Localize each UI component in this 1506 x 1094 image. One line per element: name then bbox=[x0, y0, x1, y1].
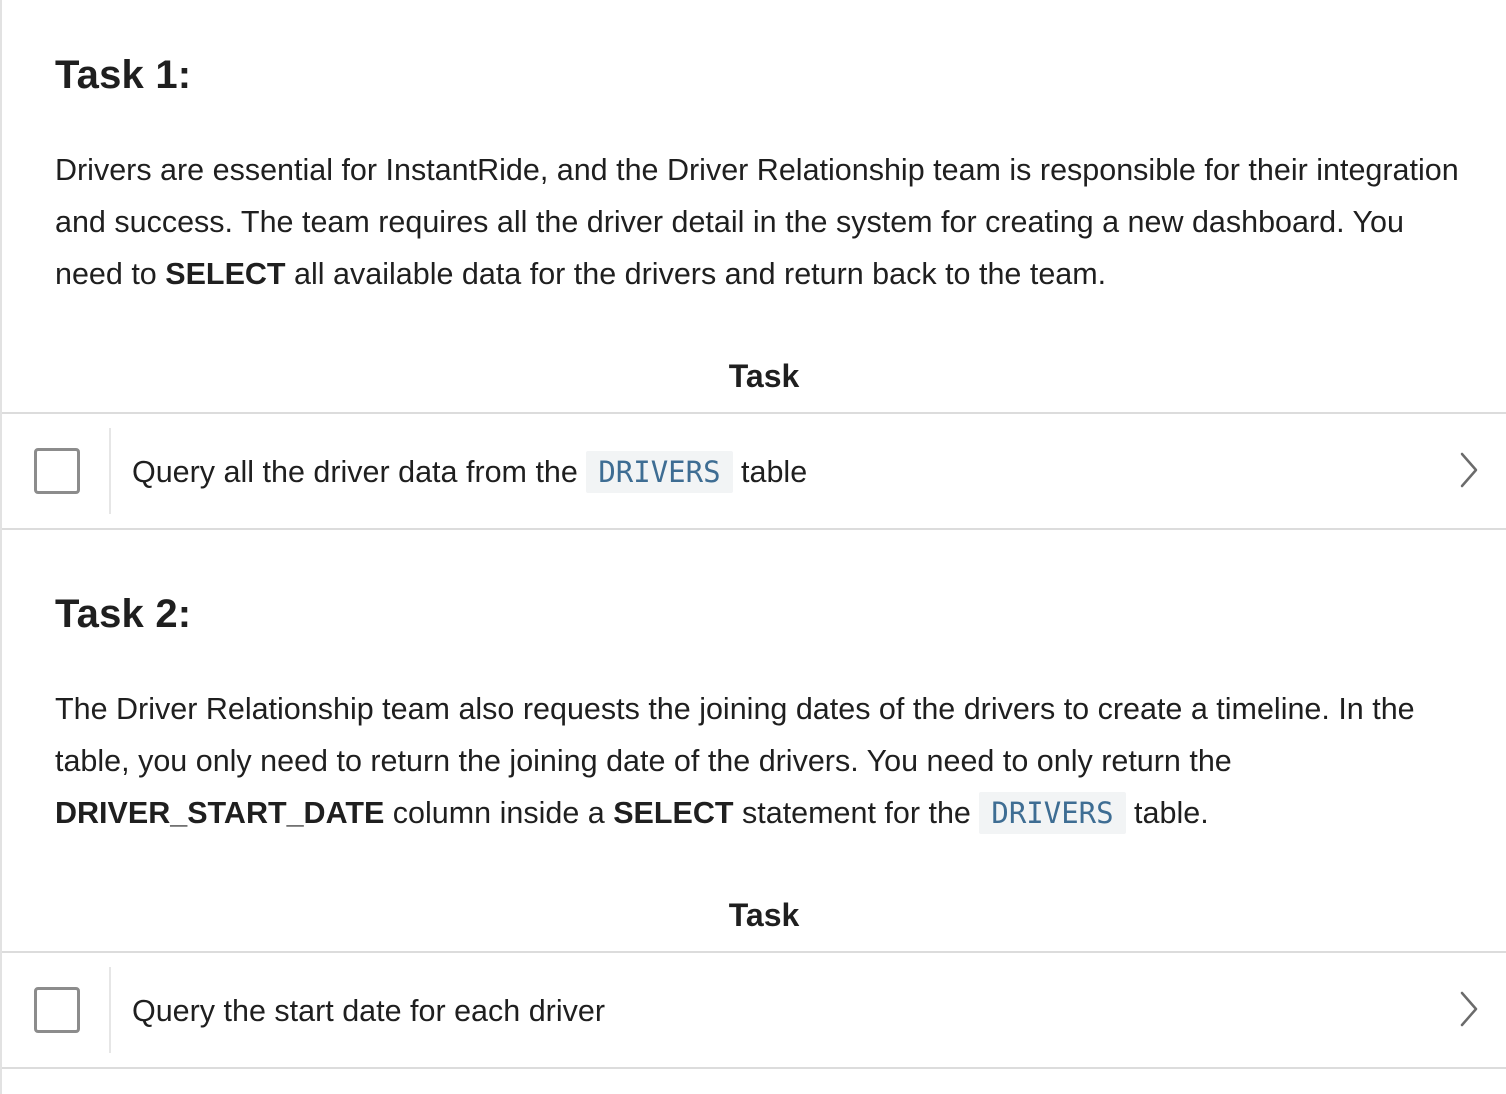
task-1-description: Drivers are essential for InstantRide, a… bbox=[55, 144, 1475, 300]
checkbox-icon[interactable] bbox=[34, 448, 80, 494]
task-1-item-text: Query all the driver data from the bbox=[132, 455, 587, 489]
task-2-desc-text: column inside a bbox=[384, 796, 614, 830]
task-2-heading: Task 2: bbox=[55, 592, 192, 636]
task-1-heading: Task 1: bbox=[55, 53, 192, 97]
task-1-checkbox-cell bbox=[2, 428, 111, 514]
task-1-column-header: Task bbox=[728, 358, 800, 394]
task-1-item-text: table bbox=[732, 455, 808, 489]
task-2-column-header: Task bbox=[728, 897, 800, 933]
task-2-description: The Driver Relationship team also reques… bbox=[55, 683, 1475, 839]
checkbox-icon[interactable] bbox=[34, 987, 80, 1033]
task-2-item-label: Query the start date for each driver bbox=[132, 994, 605, 1028]
task-2-desc-keyword: SELECT bbox=[613, 796, 734, 830]
task-2-desc-text: statement for the bbox=[733, 796, 980, 830]
task-2-desc-keyword: DRIVER_START_DATE bbox=[55, 796, 385, 830]
drivers-table-code: DRIVERS bbox=[586, 451, 733, 493]
task-2-checkbox-cell bbox=[2, 967, 111, 1053]
task-2-item[interactable]: Query the start date for each driver bbox=[2, 951, 1506, 1069]
task-1-desc-keyword: SELECT bbox=[165, 257, 286, 291]
chevron-right-icon[interactable] bbox=[1450, 989, 1490, 1029]
task-2-desc-text: The Driver Relationship team also reques… bbox=[55, 692, 1415, 778]
task-1-desc-text: all available data for the drivers and r… bbox=[285, 257, 1107, 291]
task-2-desc-text: table. bbox=[1125, 796, 1209, 830]
task-1-item-label: Query all the driver data from the DRIVE… bbox=[132, 440, 807, 504]
drivers-table-code: DRIVERS bbox=[979, 792, 1126, 834]
task-1-item[interactable]: Query all the driver data from the DRIVE… bbox=[2, 412, 1506, 530]
chevron-right-icon[interactable] bbox=[1450, 450, 1490, 490]
